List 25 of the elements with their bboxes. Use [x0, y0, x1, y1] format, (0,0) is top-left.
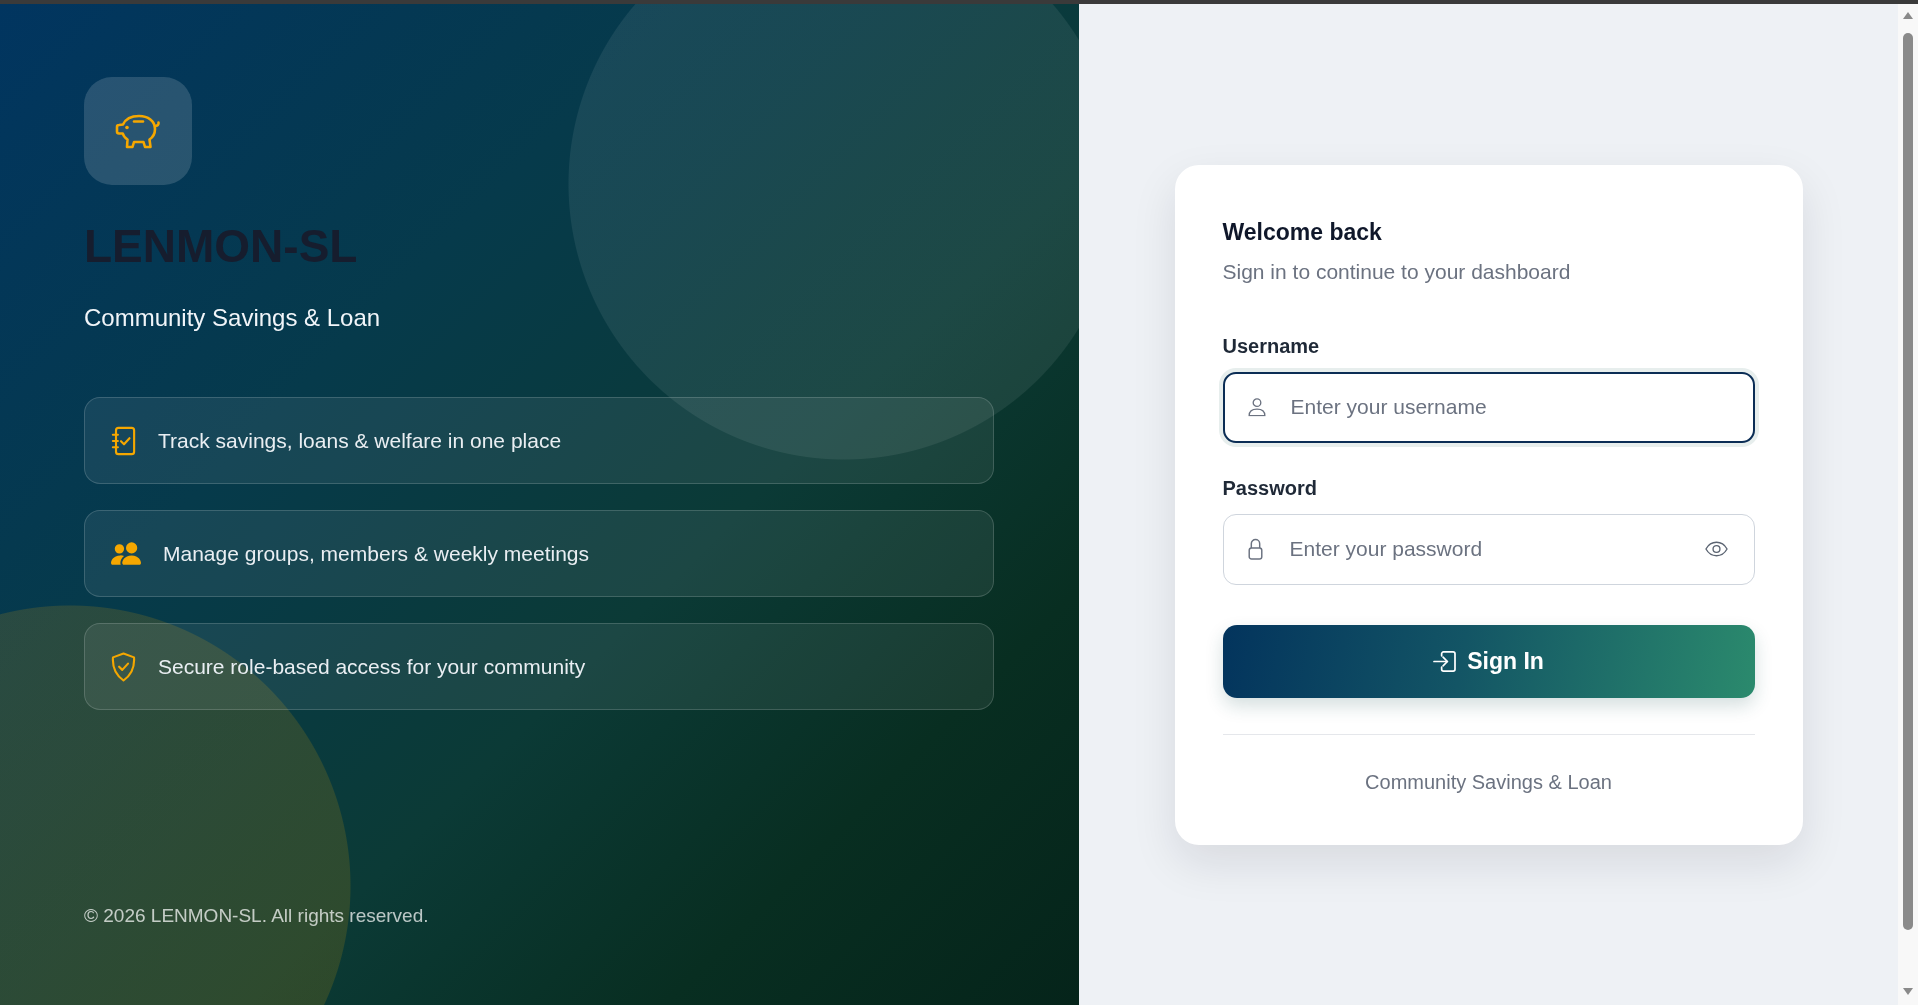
- login-subtitle: Sign in to continue to your dashboard: [1222, 258, 1572, 285]
- password-field[interactable]: Enter your password: [1222, 513, 1755, 585]
- shield-check-icon: [111, 651, 136, 682]
- piggy-bank-icon: [84, 77, 192, 185]
- scroll-down-arrow-icon[interactable]: [1903, 988, 1913, 995]
- feature-text: Manage groups, members & weekly meetings: [163, 540, 590, 567]
- person-icon: [1247, 397, 1266, 417]
- copyright-text: © 2026 LENMON-SL. All rights reserved.: [84, 904, 429, 928]
- scrollbar[interactable]: [1898, 4, 1918, 1005]
- scrollbar-thumb[interactable]: [1903, 33, 1913, 930]
- scroll-up-arrow-icon[interactable]: [1903, 12, 1913, 19]
- people-icon: [111, 542, 141, 565]
- sign-in-icon: [1433, 650, 1457, 672]
- brand-tagline: Community Savings & Loan: [84, 303, 381, 333]
- lock-icon: [1247, 538, 1263, 560]
- field-label: Password: [1222, 475, 1318, 501]
- sign-in-button[interactable]: Sign In: [1222, 624, 1755, 698]
- journal-check-icon: [111, 425, 136, 456]
- feature-text: Track savings, loans & welfare in one place: [158, 427, 562, 454]
- eye-icon[interactable]: [1704, 541, 1728, 557]
- card-footer-text: Community Savings & Loan: [1364, 769, 1613, 795]
- username-field[interactable]: Enter your username: [1222, 371, 1755, 443]
- login-title: Welcome back: [1222, 217, 1383, 247]
- feature-text: Secure role-based access for your community: [158, 653, 586, 680]
- field-label: Username: [1222, 333, 1321, 359]
